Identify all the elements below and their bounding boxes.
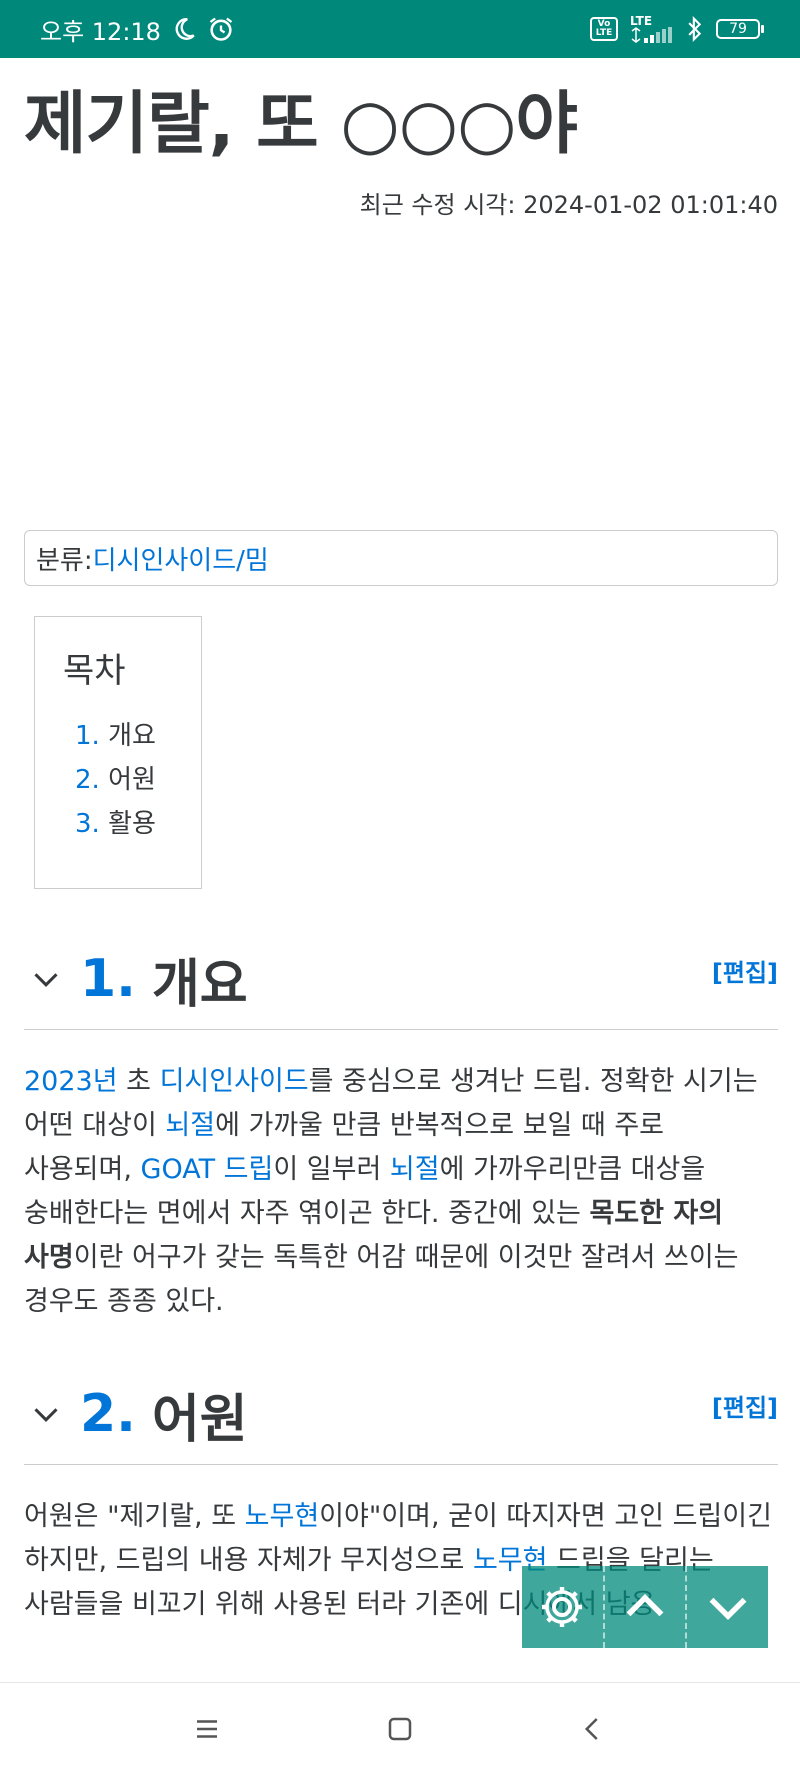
toc-item-3[interactable]: 3. 활용 bbox=[75, 802, 201, 846]
gear-icon bbox=[542, 1587, 583, 1627]
text-span: 초 bbox=[117, 1066, 160, 1097]
last-modified: 최근 수정 시각: 2024-01-02 01:01:40 bbox=[359, 191, 778, 219]
status-bar: 오후 12:18 Vo LTE LTE 79 bbox=[0, 0, 800, 58]
back-button[interactable] bbox=[578, 1714, 608, 1748]
link-2023[interactable]: 2023년 bbox=[24, 1066, 118, 1097]
home-button[interactable] bbox=[385, 1714, 415, 1748]
floating-controls bbox=[522, 1566, 768, 1648]
alarm-icon bbox=[207, 15, 235, 43]
back-chevron-icon bbox=[585, 1717, 598, 1740]
scroll-up-button[interactable] bbox=[602, 1566, 686, 1648]
category-label: 분류: bbox=[36, 545, 93, 576]
table-of-contents: 목차 1. 개요 2. 어원 3. 활용 bbox=[34, 616, 202, 889]
toc-title: 목차 bbox=[63, 651, 126, 691]
toc-item-label[interactable]: 개요 bbox=[108, 721, 156, 751]
link-dcinside[interactable]: 디시인사이드 bbox=[160, 1066, 309, 1097]
system-nav-bar bbox=[0, 1682, 800, 1778]
toc-item-number[interactable]: 3. bbox=[75, 809, 100, 839]
section-number[interactable]: 1. bbox=[80, 949, 136, 1009]
overview-paragraph: 2023년 초 디시인사이드를 중심으로 생겨난 드립. 정확한 시기는 어떤 … bbox=[24, 1060, 778, 1324]
battery-indicator: 79 bbox=[716, 19, 764, 39]
link-noejeol[interactable]: 뇌절 bbox=[165, 1110, 215, 1141]
page-title: 제기랄, 또 ○○○야 bbox=[24, 85, 578, 164]
menu-icon bbox=[196, 1719, 217, 1738]
network-label: LTE bbox=[630, 14, 653, 28]
volte-icon: Vo LTE bbox=[590, 17, 618, 41]
toc-item-label[interactable]: 활용 bbox=[108, 809, 156, 839]
volte-label: Vo LTE bbox=[595, 19, 613, 38]
toc-item-number[interactable]: 2. bbox=[75, 765, 100, 795]
section-heading-overview[interactable]: 1. 개요 [편집] bbox=[24, 929, 778, 1030]
chevron-up-icon bbox=[626, 1593, 664, 1617]
text-span: 이란 어구가 갖는 독특한 어감 때문에 이것만 잘려서 쓰이는 경우도 종종 … bbox=[24, 1242, 739, 1317]
section-heading-origin[interactable]: 2. 어원 [편집] bbox=[24, 1364, 778, 1465]
section-number[interactable]: 2. bbox=[80, 1384, 136, 1444]
toc-item-1[interactable]: 1. 개요 bbox=[75, 714, 201, 758]
bluetooth-icon bbox=[686, 15, 704, 43]
status-time: 오후 12:18 bbox=[40, 17, 161, 46]
settings-button[interactable] bbox=[522, 1566, 603, 1648]
section-title: 어원 bbox=[151, 1389, 248, 1450]
scroll-down-button[interactable] bbox=[685, 1566, 768, 1648]
signal-icon: LTE bbox=[630, 15, 674, 43]
category-box: 분류: 디시인사이드/밈 bbox=[24, 530, 778, 586]
text-span: 어원은 "제기랄, 또 bbox=[24, 1501, 245, 1532]
toc-item-number[interactable]: 1. bbox=[75, 721, 100, 751]
edit-link[interactable]: [편집] bbox=[712, 1388, 778, 1423]
chevron-down-icon[interactable] bbox=[32, 965, 60, 993]
article: 제기랄, 또 ○○○야 최근 수정 시각: 2024-01-02 01:01:4… bbox=[24, 58, 778, 1627]
ad-space bbox=[24, 220, 778, 530]
text-span: 이 일부러 bbox=[273, 1154, 390, 1185]
chevron-down-icon bbox=[709, 1597, 747, 1621]
toc-item-label[interactable]: 어원 bbox=[108, 765, 156, 795]
home-square-icon bbox=[388, 1717, 412, 1740]
link-noejeol-2[interactable]: 뇌절 bbox=[390, 1154, 440, 1185]
link-goat[interactable]: GOAT 드립 bbox=[141, 1154, 274, 1185]
section-title: 개요 bbox=[151, 954, 248, 1015]
moon-icon bbox=[171, 16, 197, 42]
chevron-down-icon[interactable] bbox=[32, 1400, 60, 1428]
link-nomuhyun[interactable]: 노무현 bbox=[245, 1501, 320, 1532]
recent-apps-button[interactable] bbox=[192, 1714, 222, 1748]
toc-item-2[interactable]: 2. 어원 bbox=[75, 758, 201, 802]
category-link[interactable]: 디시인사이드/밈 bbox=[93, 540, 269, 577]
edit-link[interactable]: [편집] bbox=[712, 953, 778, 988]
